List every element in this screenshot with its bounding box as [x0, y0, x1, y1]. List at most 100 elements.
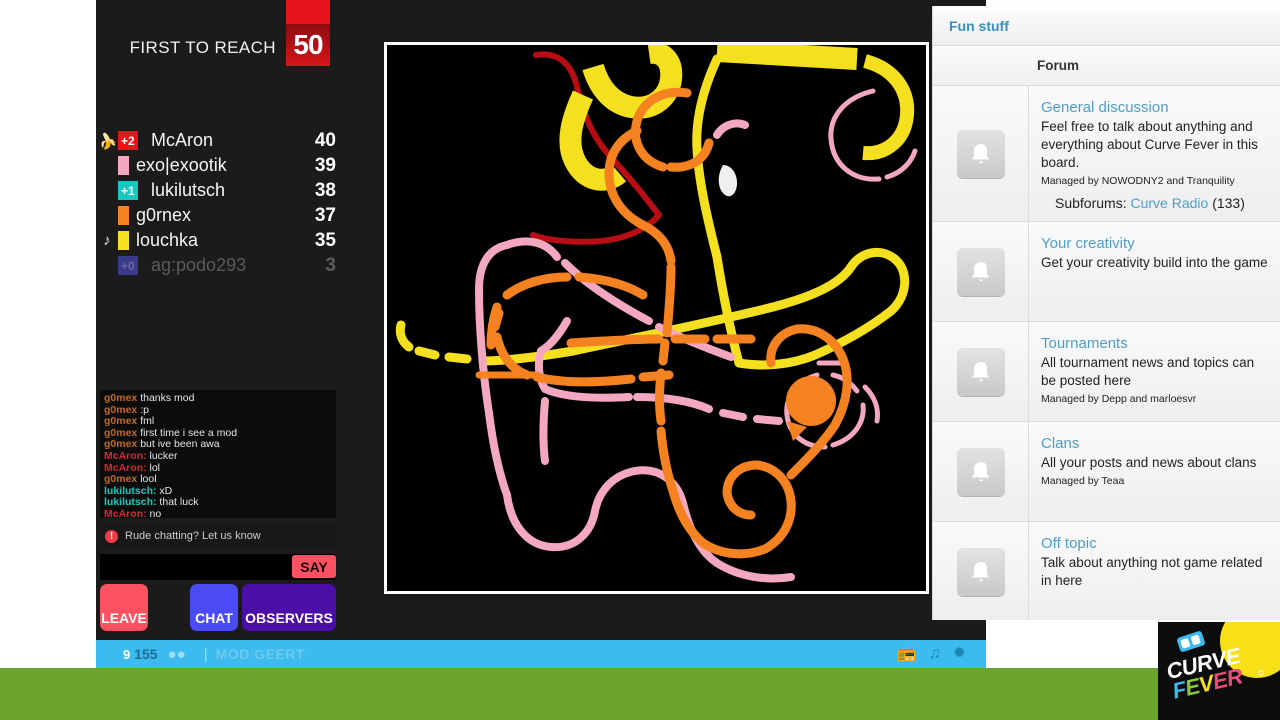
rude-chat-label: Rude chatting? Let us know	[125, 530, 261, 542]
forum-icon-cell	[933, 322, 1029, 421]
forum-panel-title[interactable]: Fun stuff	[949, 18, 1009, 34]
chat-text: that luck	[156, 496, 199, 509]
player-color-swatch: +0	[118, 256, 138, 275]
chat-text: but ive been awa	[137, 438, 220, 451]
chat-text: fml	[137, 415, 155, 428]
status-bar: 9 155 ●● | MOD|GEERT 📻 ♫ ✹	[96, 640, 986, 668]
forum-title-link[interactable]: General discussion	[1041, 98, 1269, 117]
first-to-reach-label: FIRST TO REACH	[129, 38, 276, 57]
bell-icon	[956, 129, 1005, 178]
warning-icon: !	[105, 529, 118, 543]
username[interactable]: MOD|GEERT	[216, 646, 305, 662]
game-client: 50 FIRST TO REACH 🍌 +2 McAron 40 exo|exootik…	[96, 0, 986, 668]
chat-author: g0mex	[104, 473, 138, 486]
radio-icon[interactable]: 📻	[897, 646, 917, 662]
status-separator: |	[203, 645, 208, 663]
chat-author: lukilutsch:	[104, 484, 157, 497]
grass-strip	[0, 668, 1280, 720]
forum-panel-header: Fun stuff	[933, 6, 1280, 46]
forum-column-label: Forum	[1037, 58, 1079, 73]
chat-input-row[interactable]: SAY	[100, 554, 336, 580]
scoreboard-row: 🍌 +2 McAron 40	[96, 128, 336, 153]
player-color-swatch	[118, 206, 129, 225]
scoreboard-row: +1 lukilutsch 38	[96, 178, 336, 203]
target-score-topbar	[286, 0, 330, 24]
rude-chat-report[interactable]: ! Rude chatting? Let us know	[100, 526, 336, 546]
player-score: 39	[314, 154, 336, 176]
player-score-delta: +2	[118, 131, 138, 150]
curve-trails	[395, 45, 918, 583]
chat-author: g0mex	[104, 403, 138, 416]
forum-title-link[interactable]: Tournaments	[1041, 334, 1269, 353]
logo-registered-mark: ©	[1258, 669, 1264, 678]
chat-input[interactable]	[100, 554, 280, 580]
say-button[interactable]: SAY	[292, 555, 336, 578]
chat-line: McAron: no	[104, 507, 332, 518]
forum-row[interactable]: Tournaments All tournament news and topic…	[933, 322, 1280, 422]
forum-icon-cell	[933, 222, 1029, 321]
chat-text: xD	[156, 484, 173, 497]
player-color-swatch: +2	[118, 131, 138, 150]
subforum-count: (133)	[1208, 195, 1245, 211]
player-name: g0rnex	[136, 205, 192, 225]
chat-author: McAron:	[104, 461, 147, 474]
chat-author: lukilutsch:	[104, 496, 157, 509]
player-name: exo|exootik	[136, 155, 227, 175]
player-name: ag:podo293	[151, 255, 247, 275]
chat-author: g0mex	[104, 426, 138, 439]
forum-title-link[interactable]: Off topic	[1041, 534, 1269, 553]
forum-subforums: Subforums: Curve Radio (133)	[1041, 195, 1269, 211]
player-name: McAron	[151, 130, 214, 150]
leave-button[interactable]: LEAVE	[100, 584, 148, 631]
player-color-swatch	[118, 156, 129, 175]
player-pip-icon: ●●	[167, 645, 186, 663]
forum-row[interactable]: Your creativity Get your creativity build…	[933, 222, 1280, 322]
forum-row[interactable]: Clans All your posts and news about clans…	[933, 422, 1280, 522]
scoreboard-row: ♪ louchka 35	[96, 228, 336, 253]
forum-managed-by: Managed by NOWODNY2 and Tranquility	[1041, 175, 1235, 187]
forum-description: All your posts and news about clans	[1041, 455, 1257, 470]
chat-text: no	[146, 507, 162, 518]
chat-author: g0mex	[104, 438, 138, 451]
forum-title-link[interactable]: Your creativity	[1041, 234, 1269, 253]
forum-icon-cell	[933, 422, 1029, 521]
chat-text: lucker	[146, 449, 178, 462]
chat-text: lol	[146, 461, 161, 474]
forum-title-link[interactable]: Clans	[1041, 434, 1269, 453]
player-color-swatch: +1	[118, 181, 138, 200]
chat-author: g0mex	[104, 392, 138, 404]
music-note-icon: ♪	[103, 232, 111, 249]
player-score: 38	[314, 179, 336, 201]
forum-column-header: Forum	[933, 46, 1280, 86]
chat-button[interactable]: CHAT	[190, 584, 238, 631]
forum-text-cell: General discussion Feel free to talk abou…	[1029, 86, 1280, 221]
game-board[interactable]	[384, 42, 929, 594]
scoreboard-row: g0rnex 37	[96, 203, 336, 228]
chat-text: :p	[137, 403, 149, 416]
forum-text-cell: Tournaments All tournament news and topic…	[1029, 322, 1280, 421]
forum-icon-cell	[933, 86, 1029, 221]
bell-icon	[956, 347, 1005, 396]
music-icon[interactable]: ♫	[929, 646, 941, 662]
forum-icon-cell	[933, 522, 1029, 620]
player-score: 35	[314, 229, 336, 251]
observers-button[interactable]: OBSERVERS	[242, 584, 336, 631]
player-color-swatch	[118, 231, 129, 250]
forum-row[interactable]: General discussion Feel free to talk abou…	[933, 86, 1280, 222]
scoreboard-row: exo|exootik 39	[96, 153, 336, 178]
subforum-link[interactable]: Curve Radio	[1130, 195, 1208, 211]
chat-log[interactable]: g0mex thanks mod g0mex :p g0mex fml g0mex f…	[100, 390, 336, 518]
player-name: louchka	[136, 230, 199, 250]
xp-value: 155	[134, 646, 158, 662]
username-suffix: GEERT	[254, 646, 305, 662]
forum-text-cell: Clans All your posts and news about clans…	[1029, 422, 1280, 521]
forum-row[interactable]: Off topic Talk about anything not game re…	[933, 522, 1280, 620]
forum-panel[interactable]: Fun stuff Forum General discussion Feel f…	[932, 6, 1280, 620]
effects-icon[interactable]: ✹	[953, 646, 966, 662]
target-score-value: 50	[293, 29, 323, 60]
forum-description: Talk about anything not game related in …	[1041, 555, 1263, 588]
scoreboard: 🍌 +2 McAron 40 exo|exootik 39 +1 lukilutsch 38 g0…	[96, 128, 336, 278]
player-score-delta: +0	[118, 256, 138, 275]
forum-managed-by: Managed by Teaa	[1041, 475, 1125, 487]
forum-description: All tournament news and topics can be po…	[1041, 355, 1255, 388]
